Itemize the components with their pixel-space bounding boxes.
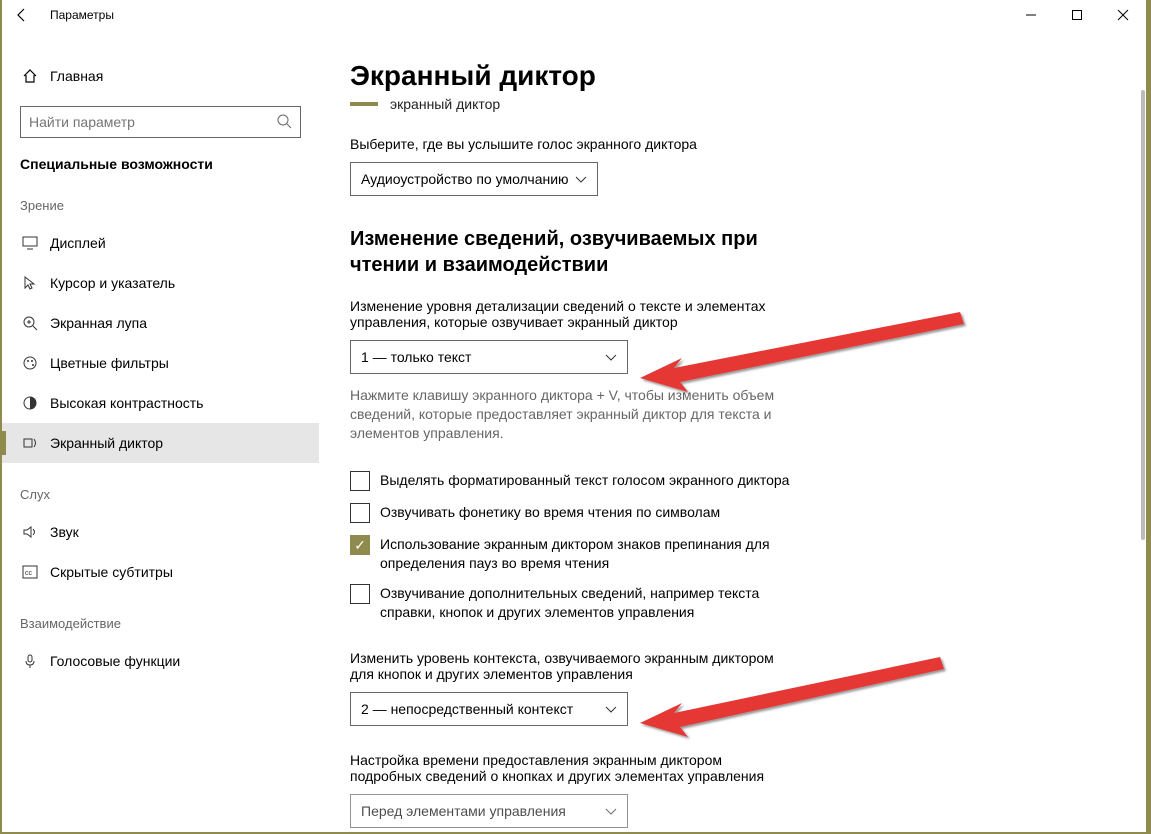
- sidebar-item-label: Дисплей: [50, 235, 106, 251]
- sidebar-item-label: Курсор и указатель: [50, 275, 175, 291]
- checkbox-additional-info[interactable]: Озвучивание дополнительных сведений, нап…: [350, 584, 810, 622]
- sidebar-item-magnifier[interactable]: Экранная лупа: [2, 303, 319, 343]
- cc-icon: cc: [20, 565, 40, 579]
- minimize-button[interactable]: [1008, 0, 1054, 30]
- settings-window: Параметры Главная: [2, 0, 1146, 832]
- sidebar-item-color-filters[interactable]: Цветные фильтры: [2, 343, 319, 383]
- display-icon: [20, 236, 40, 250]
- window-title: Параметры: [50, 8, 114, 22]
- section-title-change-info: Изменение сведений, озвучиваемых при чте…: [350, 226, 770, 278]
- dropdown-value: 2 — непосредственный контекст: [361, 701, 573, 717]
- trailing-text: экранный диктор: [390, 96, 500, 112]
- dropdown-value: Аудиоустройство по умолчанию: [361, 171, 569, 187]
- sidebar-item-label: Экранная лупа: [50, 315, 147, 331]
- svg-text:cc: cc: [25, 570, 33, 577]
- dropdown-value: 1 — только текст: [361, 349, 471, 365]
- scrollbar-thumb[interactable]: [1141, 90, 1145, 540]
- magnifier-icon: [20, 315, 40, 331]
- sidebar-item-label: Экранный диктор: [50, 435, 163, 451]
- maximize-button[interactable]: [1054, 0, 1100, 30]
- search-field[interactable]: [29, 114, 276, 130]
- checkbox-label: Использование экранным диктором знаков п…: [380, 535, 810, 573]
- group-label-vision: Зрение: [2, 198, 319, 223]
- chevron-down-icon: [605, 803, 617, 819]
- detail-level-dropdown[interactable]: 1 — только текст: [350, 340, 628, 374]
- detail-hint: Нажмите клавишу экранного диктора + V, ч…: [350, 386, 790, 443]
- sidebar-item-label: Голосовые функции: [50, 653, 180, 669]
- back-button[interactable]: [2, 0, 42, 30]
- narrator-icon: [20, 435, 40, 451]
- sidebar-item-display[interactable]: Дисплей: [2, 223, 319, 263]
- context-level-dropdown[interactable]: 2 — непосредственный контекст: [350, 692, 628, 726]
- sidebar-item-closed-captions[interactable]: cc Скрытые субтитры: [2, 552, 319, 592]
- checkbox-label: Озвучивание дополнительных сведений, нап…: [380, 584, 810, 622]
- sidebar-item-label: Звук: [50, 524, 79, 540]
- timing-label: Настройка времени предоставления экранны…: [350, 752, 780, 784]
- chevron-down-icon: [605, 701, 617, 717]
- chevron-down-icon: [605, 349, 617, 365]
- context-level-label: Изменить уровень контекста, озвучиваемог…: [350, 650, 780, 682]
- detail-level-label: Изменение уровня детализации сведений о …: [350, 298, 780, 330]
- sidebar-item-high-contrast[interactable]: Высокая контрастность: [2, 383, 319, 423]
- window-controls: [1008, 0, 1146, 30]
- home-link[interactable]: Главная: [2, 60, 319, 92]
- sidebar-item-label: Высокая контрастность: [50, 395, 203, 411]
- palette-icon: [20, 355, 40, 371]
- accent-bar: [350, 102, 378, 106]
- sidebar-item-label: Скрытые субтитры: [50, 564, 173, 580]
- timing-dropdown[interactable]: Перед элементами управления: [350, 794, 628, 828]
- sidebar-item-voice[interactable]: Голосовые функции: [2, 641, 319, 681]
- checkbox-label: Выделять форматированный текст голосом э…: [380, 471, 789, 490]
- sidebar-item-cursor[interactable]: Курсор и указатель: [2, 263, 319, 303]
- group-label-interaction: Взаимодействие: [2, 616, 319, 641]
- category-label: Специальные возможности: [2, 156, 319, 198]
- search-icon: [276, 113, 292, 132]
- checkbox-punctuation[interactable]: Использование экранным диктором знаков п…: [350, 535, 810, 573]
- sidebar: Главная Специальные возможности Зрение Д…: [2, 30, 320, 832]
- checkbox-icon: [350, 503, 370, 523]
- checkbox-formatted-text[interactable]: Выделять форматированный текст голосом э…: [350, 471, 810, 491]
- checkbox-phonetics[interactable]: Озвучивать фонетику во время чтения по с…: [350, 503, 810, 523]
- mic-icon: [20, 653, 40, 669]
- sidebar-item-sound[interactable]: Звук: [2, 512, 319, 552]
- sidebar-item-label: Цветные фильтры: [50, 355, 169, 371]
- home-label: Главная: [50, 68, 103, 84]
- contrast-icon: [20, 395, 40, 411]
- checkbox-icon-checked: [350, 535, 370, 555]
- content-area: Экранный диктор экранный диктор Выберите…: [320, 30, 1146, 832]
- titlebar: Параметры: [2, 0, 1146, 30]
- group-label-hearing: Слух: [2, 487, 319, 512]
- audio-device-label: Выберите, где вы услышите голос экранног…: [350, 136, 780, 152]
- checkbox-label: Озвучивать фонетику во время чтения по с…: [380, 503, 720, 522]
- sound-icon: [20, 524, 40, 540]
- dropdown-value: Перед элементами управления: [361, 803, 566, 819]
- checkbox-icon: [350, 471, 370, 491]
- checkbox-icon: [350, 584, 370, 604]
- cursor-icon: [20, 275, 40, 291]
- trailing-toggle-fragment: экранный диктор: [350, 96, 1116, 112]
- close-button[interactable]: [1100, 0, 1146, 30]
- home-icon: [20, 68, 40, 84]
- page-title: Экранный диктор: [350, 60, 1116, 92]
- chevron-down-icon: [575, 171, 587, 187]
- audio-device-dropdown[interactable]: Аудиоустройство по умолчанию: [350, 162, 598, 196]
- search-input[interactable]: [20, 106, 301, 138]
- sidebar-item-narrator[interactable]: Экранный диктор: [2, 423, 319, 463]
